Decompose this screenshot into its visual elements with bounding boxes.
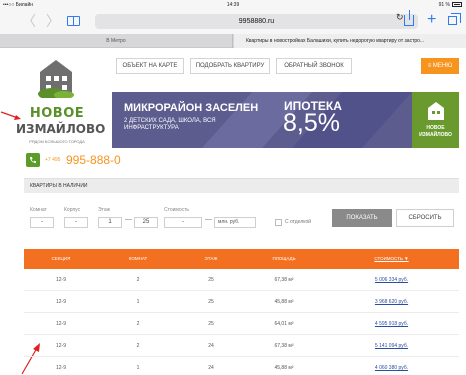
site-logo[interactable]: НОВОЕ ИЗМАЙЛОВО РЯДОМ БОЛЬШОГО ГОРОДА xyxy=(16,56,106,152)
table-row[interactable]: 12-9 2 25 67,38 м² 5 006 334 руб. xyxy=(24,269,459,291)
phone-number[interactable]: 995-888-0 xyxy=(66,153,121,167)
reset-button[interactable]: СБРОСИТЬ xyxy=(396,209,454,227)
range-dash: — xyxy=(205,216,212,223)
cell-rooms: 2 xyxy=(136,321,140,327)
cell-price-link[interactable]: 4 595 918 руб. xyxy=(324,313,459,335)
cell-area: 67,38 м² xyxy=(274,277,294,283)
show-button[interactable]: ПОКАЗАТЬ xyxy=(332,209,392,227)
cell-section: 12-9 xyxy=(55,343,66,349)
browser-toolbar: 〈 〉 9958880.ru ↻ + xyxy=(0,10,466,34)
cell-floor: 25 xyxy=(208,299,214,305)
logo-text-bottom: ИЗМАЙЛОВО xyxy=(16,122,106,136)
cell-rooms: 2 xyxy=(136,277,140,283)
bookmarks-icon[interactable] xyxy=(67,16,80,26)
cell-rooms: 1 xyxy=(136,299,140,305)
menu-button[interactable]: ≡ МЕНЮ xyxy=(421,58,459,74)
price-to-input[interactable]: млн. руб. xyxy=(214,217,256,228)
cell-area: 45,88 м² xyxy=(274,365,294,371)
back-icon[interactable]: 〈 xyxy=(22,13,36,29)
cell-area: 64,01 м² xyxy=(274,321,294,327)
status-bar: •••○○ Билайн 14:39 91 % xyxy=(0,0,466,10)
phone-prefix: +7 495 xyxy=(45,157,61,163)
house-icon xyxy=(428,102,444,120)
map-object-button[interactable]: ОБЪЕКТ НА КАРТЕ xyxy=(116,58,184,74)
range-dash: — xyxy=(125,216,132,223)
price-label: Стоимость xyxy=(164,207,190,213)
banner-subline: 2 ДЕТСКИХ САДА, ШКОЛА, ВСЯ ИНФРАСТРУКТУР… xyxy=(124,118,216,131)
cell-floor: 24 xyxy=(208,365,214,371)
new-tab-icon[interactable]: + xyxy=(427,12,436,28)
apartments-table-header: СЕКЦИЯ КОМНАТ ЭТАЖ ПЛОЩАДЬ СТОИМОСТЬ ▼ xyxy=(24,249,459,269)
cell-area: 67,38 м² xyxy=(274,343,294,349)
badge-text-top: НОВОЕ xyxy=(426,125,445,131)
callback-button[interactable]: ОБРАТНЫЙ ЗВОНОК xyxy=(276,58,352,74)
pick-apartment-button[interactable]: ПОДОБРАТЬ КВАРТИРУ xyxy=(190,58,270,74)
table-row[interactable]: 12-9 2 25 64,01 м² 4 595 918 руб. xyxy=(24,313,459,335)
promo-banner[interactable]: МИКРОРАЙОН ЗАСЕЛЕН 2 ДЕТСКИХ САДА, ШКОЛА… xyxy=(112,92,459,148)
cell-section: 12-9 xyxy=(55,277,66,283)
table-row[interactable]: 12-9 2 24 67,38 м² 5 141 094 руб. xyxy=(24,335,459,357)
finishing-label: С отделкой xyxy=(285,219,312,225)
battery-level: 91 % xyxy=(438,2,450,8)
price-from-input[interactable]: - xyxy=(164,217,202,228)
battery-status: 91 % xyxy=(439,2,462,8)
cell-price-link[interactable]: 4 060 380 руб. xyxy=(324,357,459,375)
building-select[interactable]: - xyxy=(64,217,88,228)
url-text: 9958880.ru xyxy=(238,18,275,25)
banner-brand-badge: НОВОЕ ИЗМАЙЛОВО xyxy=(412,92,459,148)
column-header-rooms: КОМНАТ xyxy=(128,256,148,261)
cell-section: 12-9 xyxy=(55,321,66,327)
annotation-arrow-icon xyxy=(0,111,21,120)
battery-icon xyxy=(452,2,462,8)
phone-icon[interactable] xyxy=(26,153,40,167)
cell-price-link[interactable]: 5 141 094 руб. xyxy=(324,335,459,357)
cell-floor: 25 xyxy=(208,277,214,283)
cell-price-link[interactable]: 3 968 620 руб. xyxy=(324,291,459,313)
section-title: КВАРТИРЫ В НАЛИЧИИ xyxy=(24,178,459,193)
handset-icon xyxy=(30,157,36,163)
column-header-floor: ЭТАЖ xyxy=(204,256,218,261)
table-row[interactable]: 12-9 1 24 45,88 м² 4 060 380 руб. xyxy=(24,357,459,375)
reload-icon[interactable]: ↻ xyxy=(396,11,404,24)
column-header-section: СЕКЦИЯ xyxy=(51,256,71,261)
status-time: 14:39 xyxy=(226,2,240,8)
cell-price-link[interactable]: 5 006 334 руб. xyxy=(324,269,459,291)
cell-rooms: 2 xyxy=(136,343,140,349)
cell-rooms: 1 xyxy=(136,365,140,371)
cell-section: 12-9 xyxy=(55,299,66,305)
floor-to-input[interactable]: 25 xyxy=(134,217,158,228)
cell-floor: 25 xyxy=(208,321,214,327)
logo-tagline: РЯДОМ БОЛЬШОГО ГОРОДА xyxy=(29,139,85,144)
table-row[interactable]: 12-9 1 25 45,88 м² 3 968 620 руб. xyxy=(24,291,459,313)
banner-headline: МИКРОРАЙОН ЗАСЕЛЕН xyxy=(124,102,259,114)
floor-from-input[interactable]: 1 xyxy=(98,217,122,228)
column-header-area: ПЛОЩАДЬ xyxy=(272,256,296,261)
browser-tab-active[interactable]: Квартиры в новостройках Балашихи, купить… xyxy=(234,34,466,48)
rooms-label: Комнат xyxy=(30,207,47,213)
column-header-price-sort[interactable]: СТОИМОСТЬ ▼ xyxy=(324,249,459,269)
logo-text-top: НОВОЕ xyxy=(29,106,85,121)
share-icon[interactable] xyxy=(404,10,414,26)
tab-strip: В Метро ✕ Квартиры в новостройках Балаши… xyxy=(0,34,466,48)
floor-label: Этаж xyxy=(98,207,110,213)
badge-text-bottom: ИЗМАЙЛОВО xyxy=(419,132,452,138)
logo-house-icon xyxy=(38,60,74,98)
building-label: Корпус xyxy=(64,207,81,213)
forward-icon[interactable]: 〉 xyxy=(46,13,60,29)
cell-area: 45,88 м² xyxy=(274,299,294,305)
cell-section: 12-9 xyxy=(55,365,66,371)
cell-floor: 24 xyxy=(208,343,214,349)
finishing-checkbox[interactable] xyxy=(275,219,282,226)
mortgage-rate: 8,5% xyxy=(283,109,340,137)
tabs-overview-icon[interactable] xyxy=(448,13,461,25)
price-unit: млн. руб. xyxy=(218,219,240,225)
address-bar[interactable]: 9958880.ru xyxy=(95,14,418,29)
rooms-select[interactable]: - xyxy=(30,217,54,228)
browser-tab-metro[interactable]: В Метро xyxy=(0,34,233,48)
